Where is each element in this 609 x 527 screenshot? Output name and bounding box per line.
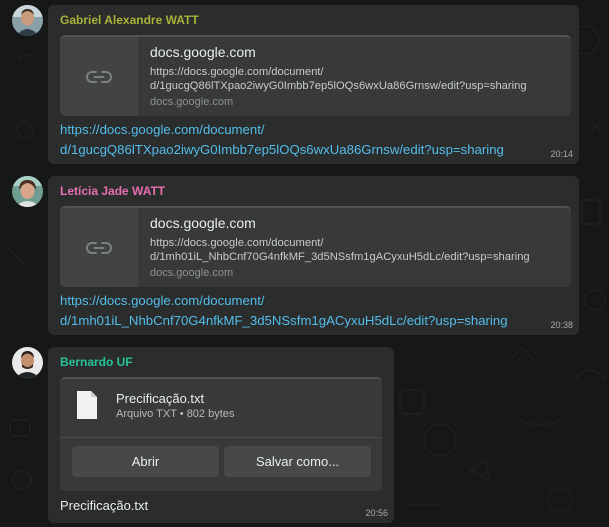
chat-area: Gabriel Alexandre WATT docs.google.com h… (0, 0, 609, 527)
preview-thumbnail (60, 208, 138, 287)
message-link[interactable]: https://docs.google.com/document/ d/1mh0… (60, 291, 508, 331)
link-icon (86, 70, 112, 83)
message-link-line[interactable]: d/1gucgQ86lTXpao2iwyG0Imbb7ep5lOQs6wxUa8… (60, 140, 504, 160)
preview-description-line: https://docs.google.com/document/ (150, 66, 324, 78)
message-timestamp: 20:14 (550, 149, 573, 159)
open-file-button[interactable]: Abrir (72, 446, 219, 477)
save-as-button[interactable]: Salvar como... (224, 446, 371, 477)
link-preview-card[interactable]: docs.google.com https://docs.google.com/… (60, 35, 571, 116)
link-icon (86, 241, 112, 254)
message-link-line[interactable]: https://docs.google.com/document/ (60, 120, 504, 140)
preview-description: https://docs.google.com/document/ d/1mh0… (150, 236, 530, 264)
preview-title: docs.google.com (150, 44, 256, 60)
message-timestamp: 20:38 (550, 320, 573, 330)
sender-name[interactable]: Letícia Jade WATT (60, 184, 165, 198)
message-link-line[interactable]: d/1mh01iL_NhbCnf70G4nfkMF_3d5NSsfm1gACyx… (60, 311, 508, 331)
file-meta: Arquivo TXT • 802 bytes (116, 408, 235, 420)
preview-description-line: d/1gucgQ86lTXpao2iwyG0Imbb7ep5lOQs6wxUa8… (150, 80, 527, 92)
divider (60, 437, 382, 438)
avatar-bernardo[interactable] (12, 347, 43, 378)
preview-description-line: d/1mh01iL_NhbCnf70G4nfkMF_3d5NSsfm1gACyx… (150, 251, 530, 263)
preview-domain: docs.google.com (150, 96, 234, 108)
preview-domain: docs.google.com (150, 267, 234, 279)
message-bubble[interactable]: Bernardo UF Precificação.txt Arquivo TXT… (48, 347, 394, 523)
avatar-photo (12, 176, 43, 207)
sender-name[interactable]: Bernardo UF (60, 355, 133, 369)
preview-description: https://docs.google.com/document/ d/1guc… (150, 65, 527, 93)
avatar-photo (12, 5, 43, 36)
document-icon (77, 391, 97, 419)
avatar-gabriel[interactable] (12, 5, 43, 36)
link-preview-card[interactable]: docs.google.com https://docs.google.com/… (60, 206, 571, 287)
file-attachment-card[interactable]: Precificação.txt Arquivo TXT • 802 bytes… (60, 377, 382, 491)
avatar-leticia[interactable] (12, 176, 43, 207)
message-bubble[interactable]: Gabriel Alexandre WATT docs.google.com h… (48, 5, 579, 164)
message-caption: Precificação.txt (60, 498, 149, 513)
sender-name[interactable]: Gabriel Alexandre WATT (60, 13, 199, 27)
preview-thumbnail (60, 37, 138, 116)
message-link-line[interactable]: https://docs.google.com/document/ (60, 291, 508, 311)
file-name: Precificação.txt (116, 391, 205, 406)
message-link[interactable]: https://docs.google.com/document/ d/1guc… (60, 120, 504, 160)
message-timestamp: 20:56 (365, 508, 388, 518)
preview-description-line: https://docs.google.com/document/ (150, 237, 324, 249)
message-bubble[interactable]: Letícia Jade WATT docs.google.com https:… (48, 176, 579, 335)
preview-title: docs.google.com (150, 215, 256, 231)
avatar-photo (12, 347, 43, 378)
